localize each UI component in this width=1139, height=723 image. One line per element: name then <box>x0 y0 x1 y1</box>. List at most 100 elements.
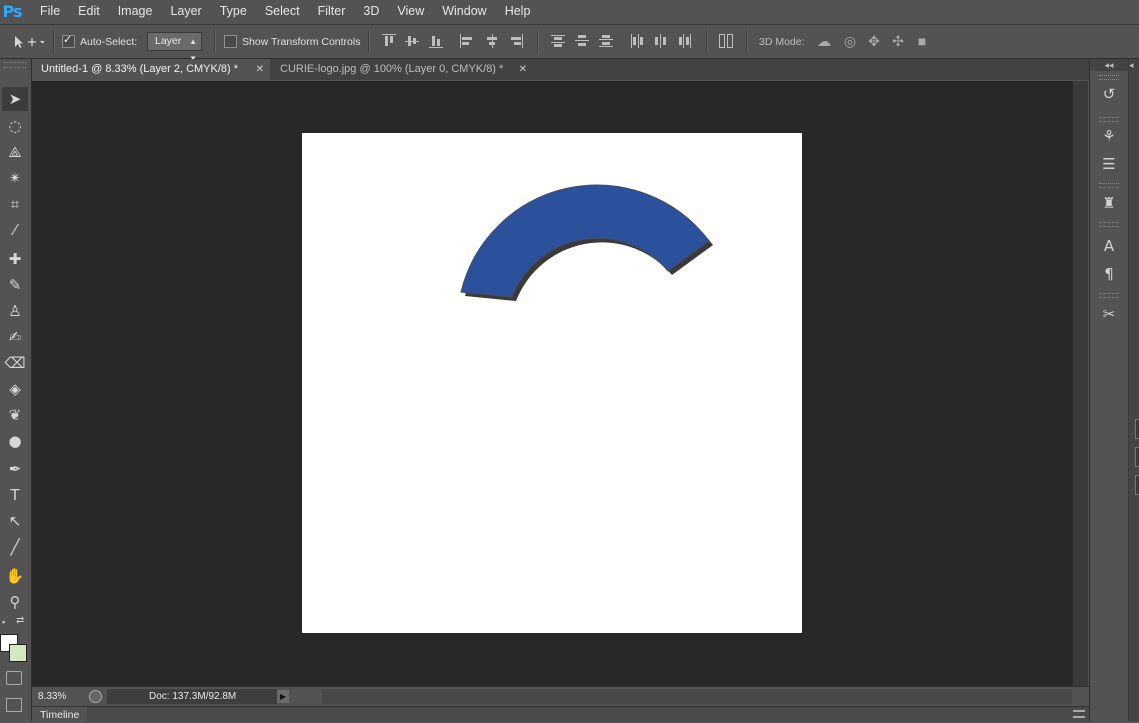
panel-edge-button[interactable] <box>1135 419 1139 439</box>
paint-bucket-tool-icon[interactable]: ◈ <box>2 377 28 401</box>
panel-grip[interactable] <box>1099 293 1119 298</box>
document-canvas[interactable] <box>302 133 802 633</box>
distribute-bottom-edges-icon[interactable] <box>599 34 613 48</box>
hand-tool-icon[interactable]: ✋ <box>2 564 28 588</box>
status-menu-arrow-icon[interactable]: ▶ <box>277 690 289 703</box>
options-separator <box>746 31 748 53</box>
quick-mask-icon[interactable] <box>6 671 22 685</box>
eraser-tool-icon[interactable]: ⌫ <box>2 351 28 375</box>
roll-3d-object-icon[interactable]: ◎ <box>842 33 858 49</box>
auto-select-label: Auto-Select: <box>80 35 138 48</box>
screen-mode-icon[interactable] <box>6 698 22 712</box>
menu-help[interactable]: Help <box>496 0 540 24</box>
menu-layer[interactable]: Layer <box>161 0 210 24</box>
history-brush-tool-icon[interactable]: ✍ <box>2 325 28 349</box>
elliptical-marquee-tool-icon[interactable]: ◌ <box>2 114 28 138</box>
background-color-swatch[interactable] <box>9 644 27 662</box>
align-bottom-edges-icon[interactable] <box>429 34 443 48</box>
panel-menu-icon[interactable] <box>1073 710 1085 718</box>
scale-3d-object-icon[interactable]: ■ <box>914 33 930 49</box>
menu-image[interactable]: Image <box>109 0 162 24</box>
close-tab-icon[interactable]: ✕ <box>256 59 264 80</box>
show-transform-checkbox[interactable]: Show Transform Controls <box>224 25 360 58</box>
type-tool-icon[interactable]: T <box>2 483 28 507</box>
distribute-right-edges-icon[interactable] <box>678 34 692 48</box>
menu-select[interactable]: Select <box>256 0 309 24</box>
auto-align-layers-icon[interactable] <box>719 34 733 48</box>
status-info-icon[interactable] <box>89 690 102 703</box>
magic-wand-tool-icon[interactable]: ✴ <box>2 166 28 190</box>
auto-select-target-dropdown[interactable]: Layer ▲▼ <box>147 32 202 63</box>
menu-file[interactable]: File <box>31 0 69 24</box>
tool-preset-picker[interactable] <box>12 25 44 58</box>
swap-colors-icon[interactable]: ⇄ <box>16 615 24 626</box>
distribute-vertical-centers-icon[interactable] <box>575 34 589 48</box>
paragraph-panel-icon[interactable]: ¶ <box>1098 263 1120 285</box>
clone-source-panel-icon[interactable]: ♜ <box>1098 192 1120 214</box>
3d-mode-label: 3D Mode: <box>759 35 805 48</box>
align-horizontal-centers-icon[interactable] <box>485 34 499 48</box>
align-top-edges-icon[interactable] <box>382 34 396 48</box>
path-selection-tool-icon[interactable]: ↖ <box>2 509 28 533</box>
tab-curie-logo[interactable]: CURIE-logo.jpg @ 100% (Layer 0, CMYK/8) … <box>271 59 533 80</box>
character-panel-icon[interactable]: A <box>1098 235 1120 257</box>
menu-3d[interactable]: 3D <box>354 0 388 24</box>
expand-panels-icon[interactable]: ◂ <box>1129 59 1139 71</box>
pen-tool-icon[interactable]: ✒ <box>2 457 28 481</box>
timeline-tab[interactable]: Timeline <box>32 707 88 722</box>
distribute-top-edges-icon[interactable] <box>551 34 565 48</box>
align-vertical-centers-icon[interactable] <box>405 34 419 48</box>
timeline-panel: Timeline <box>32 706 1089 722</box>
distribute-left-edges-icon[interactable] <box>630 34 644 48</box>
panel-edge-button[interactable] <box>1135 475 1139 495</box>
zoom-tool-icon[interactable]: ⚲ <box>2 590 28 614</box>
horizontal-scrollbar[interactable] <box>322 689 1072 704</box>
panel-grip[interactable] <box>1099 183 1119 188</box>
menu-edit[interactable]: Edit <box>69 0 109 24</box>
auto-select-checkbox[interactable]: Auto-Select: <box>62 25 137 58</box>
auto-select-check-icon <box>62 33 75 48</box>
options-separator <box>706 31 708 53</box>
panel-grip[interactable] <box>1099 222 1119 227</box>
slide-3d-object-icon[interactable]: ✣ <box>890 33 906 49</box>
align-left-edges-icon[interactable] <box>460 34 474 48</box>
crop-tool-icon[interactable]: ⌗ <box>2 192 28 216</box>
history-panel-icon[interactable]: ↺ <box>1098 83 1120 105</box>
clone-stamp-tool-icon[interactable]: ♙ <box>2 299 28 323</box>
brush-presets-panel-icon[interactable]: ⚘ <box>1098 125 1120 147</box>
move-tool-icon[interactable]: ➤ <box>2 87 28 111</box>
eyedropper-tool-icon[interactable]: ⁄ <box>2 218 28 242</box>
brush-tool-icon[interactable]: ✎ <box>2 273 28 297</box>
line-tool-icon[interactable]: ╱ <box>2 535 28 559</box>
collapse-panels-icon[interactable]: ◂◂ <box>1090 59 1128 71</box>
panel-edge-button[interactable] <box>1135 447 1139 467</box>
options-separator <box>537 31 539 53</box>
menu-window[interactable]: Window <box>433 0 495 24</box>
zoom-level[interactable]: 8.33% <box>38 687 66 706</box>
adjustments-panel-icon[interactable]: ☰ <box>1098 153 1120 175</box>
distribute-horizontal-centers-icon[interactable] <box>654 34 668 48</box>
vertical-scrollbar[interactable] <box>1072 81 1088 686</box>
default-colors-icon[interactable]: ▪ <box>2 617 5 627</box>
tab-untitled-1[interactable]: Untitled-1 @ 8.33% (Layer 2, CMYK/8) * ✕ <box>32 59 270 80</box>
menu-type[interactable]: Type <box>211 0 256 24</box>
tool-presets-panel-icon[interactable]: ✂ <box>1098 303 1120 325</box>
polygonal-lasso-tool-icon[interactable]: ⟁ <box>2 140 28 164</box>
options-bar: Auto-Select: Layer ▲▼ Show Transform Con… <box>0 25 1139 63</box>
panel-grip[interactable] <box>1099 117 1119 122</box>
panel-grip[interactable] <box>1099 75 1119 80</box>
tools-panel-grip[interactable] <box>4 62 26 68</box>
align-right-edges-icon[interactable] <box>509 34 523 48</box>
show-transform-check-icon <box>224 35 237 48</box>
dodge-tool-icon[interactable]: ● <box>2 429 28 453</box>
drag-3d-object-icon[interactable]: ✥ <box>866 33 882 49</box>
rotate-3d-object-icon[interactable]: ☁ <box>816 33 832 49</box>
panel-icon-column: ◂◂ ↺ ⚘ ☰ ♜ A ¶ ✂ <box>1090 59 1129 721</box>
healing-brush-tool-icon[interactable]: ✚ <box>2 247 28 271</box>
menu-view[interactable]: View <box>388 0 433 24</box>
close-tab-icon[interactable]: ✕ <box>519 59 527 80</box>
move-tool-icon <box>15 35 44 48</box>
blur-tool-icon[interactable]: ❦ <box>2 403 28 427</box>
menu-filter[interactable]: Filter <box>309 0 355 24</box>
collapsed-panel-column <box>1129 59 1139 721</box>
